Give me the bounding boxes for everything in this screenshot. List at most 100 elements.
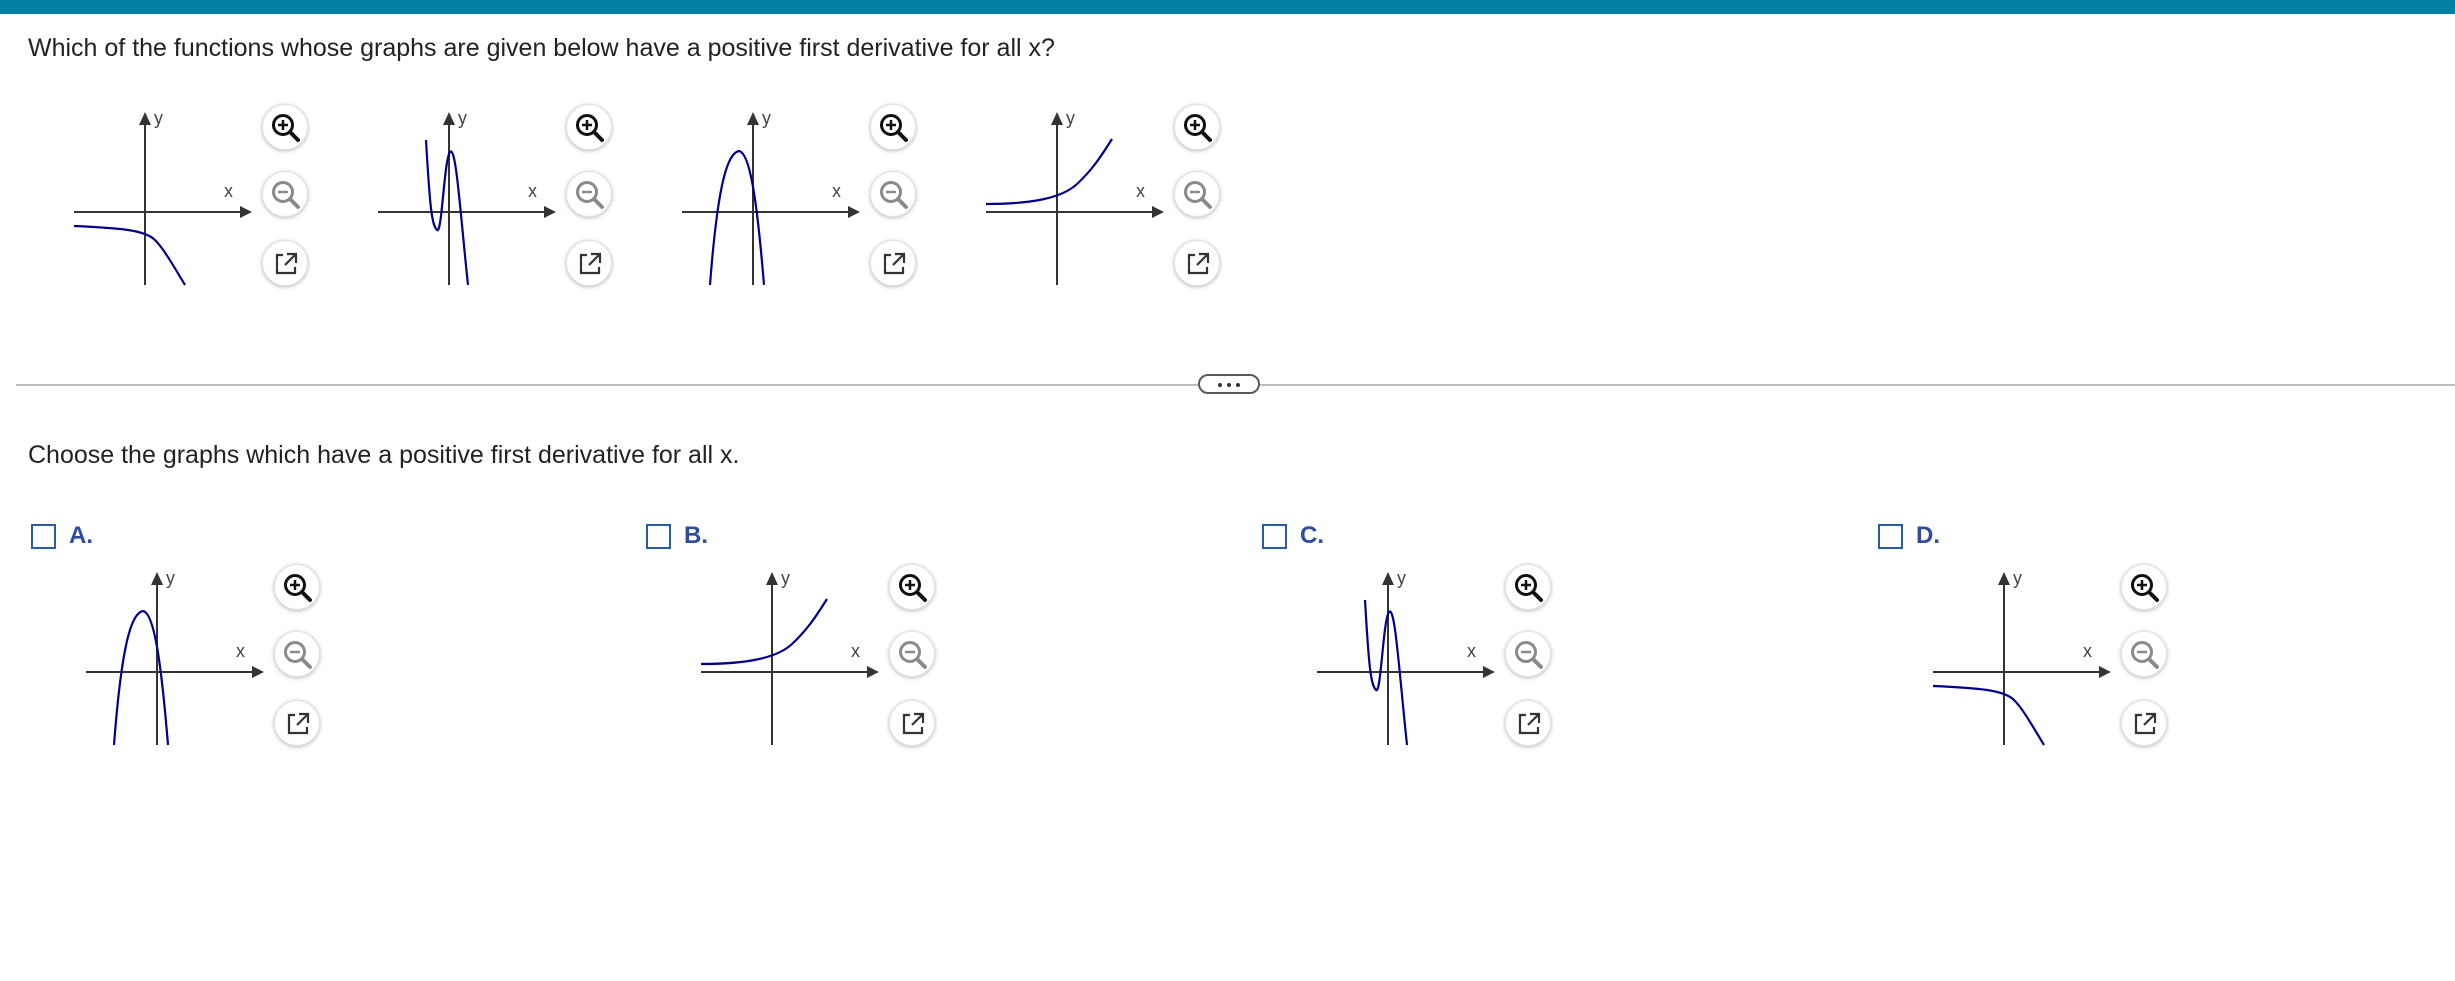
zoom-in-button[interactable] <box>870 104 916 150</box>
zoom-in-icon <box>272 114 300 142</box>
zoom-in-icon <box>1184 114 1212 142</box>
zoom-out-icon <box>2131 641 2159 669</box>
external-link-icon <box>275 252 298 275</box>
zoom-in-button[interactable] <box>566 104 612 150</box>
y-axis-label: y <box>2013 568 2022 588</box>
x-axis-arrow-icon <box>252 666 264 678</box>
x-axis-arrow-icon <box>1152 206 1164 218</box>
external-link-icon <box>1187 252 1210 275</box>
zoom-out-button[interactable] <box>566 171 612 217</box>
question-text: Which of the functions whose graphs are … <box>28 34 1055 62</box>
option-c-graph: yx <box>1313 560 1503 746</box>
zoom-out-icon <box>880 181 908 209</box>
open-graph-button[interactable] <box>1174 240 1220 286</box>
open-graph-button[interactable] <box>274 700 320 746</box>
zoom-out-icon <box>1515 641 1543 669</box>
zoom-out-icon <box>284 641 312 669</box>
zoom-in-icon <box>284 574 312 602</box>
y-axis-label: y <box>1066 108 1075 128</box>
open-graph-button[interactable] <box>870 240 916 286</box>
external-link-icon <box>902 712 925 735</box>
zoom-out-button[interactable] <box>2121 631 2167 677</box>
given-graph-4: yx <box>982 100 1172 285</box>
x-axis-arrow-icon <box>2099 666 2111 678</box>
zoom-out-button[interactable] <box>870 171 916 217</box>
zoom-out-icon <box>576 181 604 209</box>
graph-plot: yx <box>1932 568 2111 746</box>
top-accent-bar <box>0 0 2455 14</box>
open-graph-button[interactable] <box>1505 700 1551 746</box>
option-a-graph: yx <box>82 560 272 746</box>
option-d-checkbox[interactable] <box>1878 524 1903 549</box>
x-axis-label: x <box>224 181 233 201</box>
y-axis-arrow-icon <box>139 112 151 125</box>
zoom-in-icon <box>880 114 908 142</box>
x-axis-label: x <box>832 181 841 201</box>
zoom-out-button[interactable] <box>1174 171 1220 217</box>
zoom-in-icon <box>2131 574 2159 602</box>
more-options-handle[interactable] <box>1198 374 1260 394</box>
zoom-out-icon <box>899 641 927 669</box>
option-b-checkbox[interactable] <box>646 524 671 549</box>
graph-plot: yx <box>86 568 264 746</box>
zoom-in-button[interactable] <box>1174 104 1220 150</box>
x-axis-label: x <box>851 641 860 661</box>
open-graph-button[interactable] <box>889 700 935 746</box>
x-axis-label: x <box>2083 641 2092 661</box>
y-axis-label: y <box>781 568 790 588</box>
zoom-in-icon <box>576 114 604 142</box>
given-graph-2: yx <box>374 100 564 286</box>
given-graph-1: yx <box>70 100 260 286</box>
y-axis-arrow-icon <box>151 572 163 585</box>
x-axis-label: x <box>1467 641 1476 661</box>
option-d-graph: yx <box>1929 560 2119 746</box>
option-c-checkbox[interactable] <box>1262 524 1287 549</box>
function-curve <box>708 149 766 286</box>
x-axis-arrow-icon <box>848 206 860 218</box>
x-axis-label: x <box>1136 181 1145 201</box>
zoom-in-button[interactable] <box>1505 564 1551 610</box>
function-curve <box>112 609 170 746</box>
option-c-label[interactable]: C. <box>1300 522 1324 550</box>
external-link-icon <box>287 712 310 735</box>
x-axis-arrow-icon <box>544 206 556 218</box>
function-curve <box>985 138 1113 206</box>
option-b-label[interactable]: B. <box>684 522 708 550</box>
zoom-in-button[interactable] <box>262 104 308 150</box>
zoom-out-button[interactable] <box>1505 631 1551 677</box>
ellipsis-dot-icon <box>1227 383 1231 387</box>
open-graph-button[interactable] <box>2121 700 2167 746</box>
zoom-in-button[interactable] <box>274 564 320 610</box>
external-link-icon <box>883 252 906 275</box>
function-curve <box>700 598 828 666</box>
graph-plot: yx <box>378 108 556 286</box>
zoom-in-icon <box>1515 574 1543 602</box>
zoom-out-icon <box>272 181 300 209</box>
open-graph-button[interactable] <box>262 240 308 286</box>
x-axis-label: x <box>236 641 245 661</box>
external-link-icon <box>579 252 602 275</box>
zoom-in-icon <box>899 574 927 602</box>
ellipsis-dot-icon <box>1236 383 1240 387</box>
y-axis-arrow-icon <box>1051 112 1063 125</box>
zoom-in-button[interactable] <box>2121 564 2167 610</box>
option-d-label[interactable]: D. <box>1916 522 1940 550</box>
option-a-label[interactable]: A. <box>69 522 93 550</box>
graph-plot: yx <box>700 568 879 745</box>
y-axis-label: y <box>458 108 467 128</box>
graph-plot: yx <box>682 108 860 286</box>
function-curve <box>73 224 186 286</box>
zoom-out-button[interactable] <box>262 171 308 217</box>
y-axis-label: y <box>166 568 175 588</box>
zoom-out-button[interactable] <box>274 631 320 677</box>
zoom-out-button[interactable] <box>889 631 935 677</box>
x-axis-arrow-icon <box>867 666 879 678</box>
y-axis-label: y <box>762 108 771 128</box>
option-a-checkbox[interactable] <box>31 524 56 549</box>
zoom-in-button[interactable] <box>889 564 935 610</box>
x-axis-arrow-icon <box>240 206 252 218</box>
option-b-graph: yx <box>697 560 887 745</box>
open-graph-button[interactable] <box>566 240 612 286</box>
given-graph-3: yx <box>678 100 868 286</box>
graph-plot: yx <box>985 108 1164 285</box>
